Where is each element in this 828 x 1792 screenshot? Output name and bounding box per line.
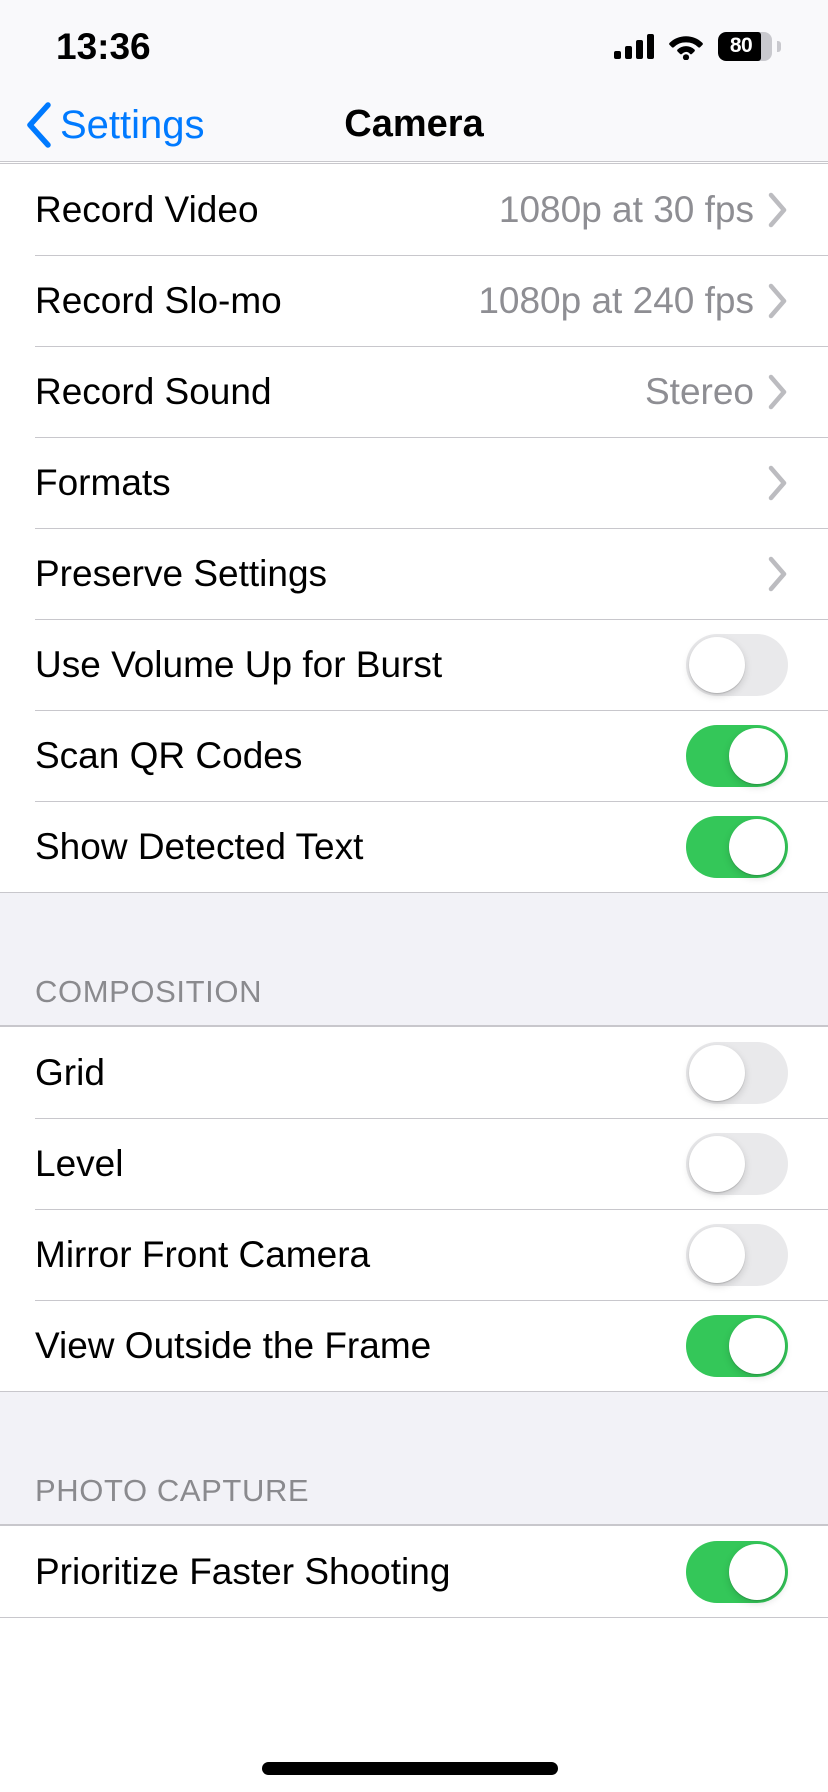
toggle-knob <box>689 636 745 693</box>
settings-row-formats[interactable]: Formats <box>0 437 828 528</box>
settings-row-mirror-front-camera[interactable]: Mirror Front Camera <box>0 1209 828 1300</box>
settings-row-accessory <box>768 556 788 592</box>
settings-row-label: Level <box>35 1143 124 1184</box>
settings-row-value: 1080p at 240 fps <box>478 280 754 321</box>
settings-row-view-outside-the-frame[interactable]: View Outside the Frame <box>0 1300 828 1391</box>
toggle-knob <box>729 1317 785 1374</box>
status-bar-indicators: 80 <box>614 28 781 61</box>
status-bar-time: 13:36 <box>56 25 151 67</box>
home-indicator-bar[interactable] <box>262 1762 558 1775</box>
settings-row-accessory <box>686 633 788 696</box>
settings-row-label: Record Sound <box>35 371 272 412</box>
settings-row-label: Use Volume Up for Burst <box>35 644 443 685</box>
chevron-right-icon <box>768 192 787 227</box>
settings-row-accessory <box>686 1223 788 1286</box>
status-bar: 13:36 80 <box>0 0 828 88</box>
settings-list: Record Video 1080p at 30 fps Record Slo-mo… <box>0 163 828 1618</box>
settings-row-label: Prioritize Faster Shooting <box>35 1551 451 1592</box>
iphone-screen: 13:36 80 Settings Camera Record Video 10… <box>0 0 828 1792</box>
navigation-bar: Settings Camera <box>0 88 828 162</box>
settings-row-grid[interactable]: Grid <box>0 1027 828 1118</box>
settings-row-label: Record Slo-mo <box>35 280 282 321</box>
chevron-right-icon <box>768 374 787 409</box>
battery-body: 80 <box>718 31 772 61</box>
signal-bar-2 <box>625 46 632 59</box>
toggle-switch-view-outside-the-frame[interactable] <box>686 1314 788 1377</box>
toggle-switch-scan-qr-codes[interactable] <box>686 724 788 787</box>
section-header-label: COMPOSITION <box>35 974 263 1009</box>
settings-row-preserve-settings[interactable]: Preserve Settings <box>0 528 828 619</box>
settings-row-label: Record Video <box>35 189 259 230</box>
settings-row-accessory: 1080p at 30 fps <box>499 191 788 228</box>
settings-row-label: Show Detected Text <box>35 826 364 867</box>
wifi-icon <box>669 35 703 60</box>
battery-icon: 80 <box>718 31 781 61</box>
section-header-label: PHOTO CAPTURE <box>35 1473 310 1508</box>
settings-row-accessory <box>686 1314 788 1377</box>
section-header-photo-capture: PHOTO CAPTURE <box>0 1392 828 1525</box>
settings-row-label: Grid <box>35 1052 105 1093</box>
settings-row-level[interactable]: Level <box>0 1118 828 1209</box>
chevron-right-icon <box>768 283 787 318</box>
chevron-right-icon <box>768 556 787 591</box>
settings-row-value: 1080p at 30 fps <box>498 189 754 230</box>
settings-row-prioritize-faster-shooting[interactable]: Prioritize Faster Shooting <box>0 1526 828 1617</box>
signal-bar-4 <box>647 34 654 59</box>
settings-row-scan-qr-codes[interactable]: Scan QR Codes <box>0 710 828 801</box>
settings-row-accessory: 1080p at 240 fps <box>478 282 788 319</box>
battery-tip <box>777 40 781 52</box>
settings-row-record-slo-mo[interactable]: Record Slo-mo 1080p at 240 fps <box>0 255 828 346</box>
toggle-switch-use-volume-up-for-burst[interactable] <box>686 633 788 696</box>
page-title: Camera <box>344 103 484 145</box>
settings-row-label: Mirror Front Camera <box>35 1234 371 1275</box>
toggle-switch-show-detected-text[interactable] <box>686 815 788 878</box>
settings-row-accessory <box>686 815 788 878</box>
toggle-switch-mirror-front-camera[interactable] <box>686 1223 788 1286</box>
settings-group-2: Prioritize Faster Shooting <box>0 1525 828 1618</box>
toggle-knob <box>729 1543 785 1600</box>
toggle-knob <box>689 1044 745 1101</box>
toggle-knob <box>689 1135 745 1192</box>
settings-row-label: Preserve Settings <box>35 553 328 594</box>
settings-row-show-detected-text[interactable]: Show Detected Text <box>0 801 828 892</box>
cellular-signal-icon <box>614 33 654 59</box>
settings-row-label: Formats <box>35 462 171 503</box>
settings-row-accessory <box>686 1540 788 1603</box>
chevron-right-icon <box>768 465 787 500</box>
settings-row-label: Scan QR Codes <box>35 735 303 776</box>
toggle-knob <box>689 1226 745 1283</box>
settings-row-accessory <box>768 465 788 501</box>
settings-row-accessory <box>686 724 788 787</box>
settings-row-accessory <box>686 1041 788 1104</box>
settings-row-value: Stereo <box>644 371 754 412</box>
settings-row-record-video[interactable]: Record Video 1080p at 30 fps <box>0 164 828 255</box>
section-header-composition: COMPOSITION <box>0 893 828 1026</box>
settings-row-use-volume-up-for-burst[interactable]: Use Volume Up for Burst <box>0 619 828 710</box>
toggle-knob <box>729 727 785 784</box>
signal-bar-3 <box>636 40 643 59</box>
toggle-switch-prioritize-faster-shooting[interactable] <box>686 1540 788 1603</box>
settings-group-0: Record Video 1080p at 30 fps Record Slo-mo… <box>0 163 828 893</box>
toggle-knob <box>729 818 785 875</box>
settings-row-record-sound[interactable]: Record Sound Stereo <box>0 346 828 437</box>
settings-row-accessory: Stereo <box>645 373 788 410</box>
settings-row-label: View Outside the Frame <box>35 1325 432 1366</box>
toggle-switch-level[interactable] <box>686 1132 788 1195</box>
signal-bar-1 <box>614 51 621 59</box>
toggle-switch-grid[interactable] <box>686 1041 788 1104</box>
settings-row-accessory <box>686 1132 788 1195</box>
battery-percent-label: 80 <box>729 34 753 57</box>
settings-group-1: Grid Level Mirror Front Camera View Outside… <box>0 1026 828 1392</box>
